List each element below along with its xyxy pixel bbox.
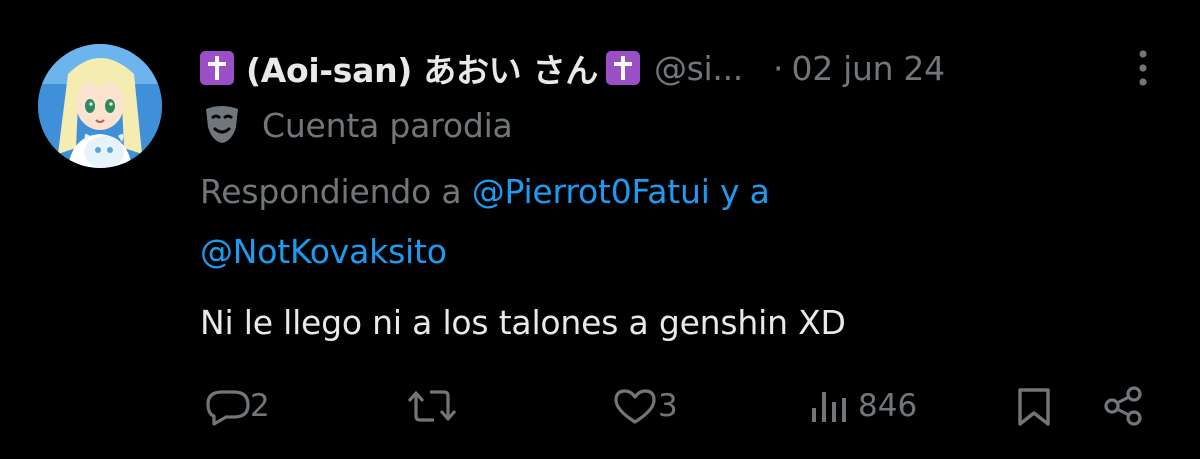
display-name[interactable]: (Aoi-san) あおい さん: [246, 44, 598, 92]
separator-dot: ·: [773, 48, 784, 88]
latin-cross-icon: [200, 51, 234, 85]
replying-to-connector: y a: [719, 172, 770, 211]
views-button[interactable]: 846: [808, 384, 917, 428]
bookmark-icon: [1018, 388, 1050, 426]
avatar-image: [38, 44, 162, 168]
more-options-icon[interactable]: [1133, 48, 1153, 88]
replying-to-prefix: Respondiendo a: [200, 172, 462, 211]
repost-button[interactable]: [404, 384, 464, 428]
repost-icon: [407, 390, 457, 422]
tweet-text: Ni le llego ni a los talones a genshin X…: [200, 303, 846, 342]
replying-to: Respondiendo a @Pierrot0Fatui y a: [200, 172, 770, 211]
theater-mask-icon: [200, 101, 244, 149]
share-icon: [1104, 386, 1142, 426]
tweet-header: (Aoi-san) あおい さん @si... · 02 jun 24: [200, 40, 1170, 96]
tweet-card[interactable]: (Aoi-san) あおい さん @si... · 02 jun 24 Cuen…: [0, 0, 1200, 459]
reply-button[interactable]: 2: [200, 384, 270, 428]
mention-link[interactable]: @Pierrot0Fatui: [472, 172, 710, 211]
share-button[interactable]: [1100, 384, 1146, 428]
parody-account-row: Cuenta parodia: [200, 100, 513, 150]
like-button[interactable]: 3: [610, 384, 678, 428]
timestamp[interactable]: 02 jun 24: [792, 49, 946, 88]
like-count: 3: [658, 388, 678, 424]
replying-to-continued: @NotKovaksito: [200, 232, 447, 271]
avatar[interactable]: [38, 44, 162, 168]
user-handle[interactable]: @si...: [654, 49, 743, 88]
heart-icon: [614, 389, 656, 424]
reply-icon: [206, 390, 250, 426]
parody-label: Cuenta parodia: [262, 105, 513, 145]
mention-link[interactable]: @NotKovaksito: [200, 232, 447, 271]
analytics-icon: [812, 392, 846, 422]
latin-cross-icon: [605, 51, 640, 85]
view-count: 846: [858, 388, 918, 424]
reply-count: 2: [250, 388, 270, 424]
bookmark-button[interactable]: [1014, 384, 1054, 428]
